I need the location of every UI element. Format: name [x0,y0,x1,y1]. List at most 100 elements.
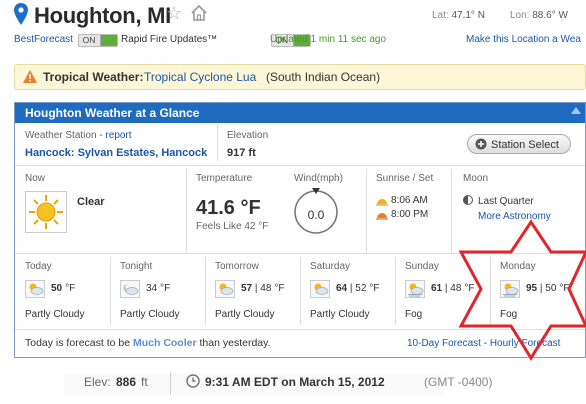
divider [15,329,585,330]
forecast-day-name: Sunday [405,261,439,272]
lon-label: Lon: [510,10,530,21]
temperature-value: 41.6 °F [196,197,261,219]
partly-cloudy-icon [25,280,45,298]
forecast-day-tomorrow[interactable]: Tomorrow 57 | 48 °F Partly Cloudy [205,253,300,329]
collapse-icon[interactable] [571,107,581,114]
forecast-unit: °F [274,283,285,294]
forecast-summary: Today is forecast to be Much Cooler than… [25,337,271,349]
ten-day-forecast-link[interactable]: 10-Day Forecast [407,338,481,349]
rapid-fire-label: Rapid Fire Updates™ [121,34,218,45]
forecast-high: 57 [241,283,253,294]
forecast-high: 50 [51,283,63,294]
forecast-low: 34 [146,283,158,294]
forecast-day-name: Tonight [120,261,153,272]
forecast-row: Today 50 °F Partly Cloudy Tonight 34 °F Partly … [15,253,585,329]
much-cooler-link[interactable]: Much Cooler [133,337,197,349]
lat-label: Lat: [432,10,449,21]
forecast-low: 50 [545,283,557,294]
forecast-unit: °F [464,283,475,294]
favorite-star-icon[interactable]: ☆ [166,3,182,24]
sunset-time: 8:00 PM [391,209,429,220]
forecast-unit: °F [65,283,76,294]
fog-icon [500,280,520,298]
more-astronomy-link[interactable]: More Astronomy [478,211,551,222]
summary-prefix: Today is forecast to be [25,337,131,349]
tropical-weather-alert: Tropical Weather: Tropical Cyclone Lua (… [14,64,586,90]
divider [490,257,491,325]
forecast-temperature: 64 | 52 °F [336,283,380,294]
options-bar: BestForecast ON Rapid Fire Updates™ ON U… [0,34,586,48]
divider [217,125,218,161]
toggle-on-label: ON [82,35,96,45]
forecast-temperature: 61 | 48 °F [431,283,475,294]
footer-elev-label: Elev: [84,375,111,389]
forecast-day-name: Tomorrow [215,261,259,272]
forecast-condition: Partly Cloudy [25,309,85,320]
temperature-label: Temperature [196,173,253,184]
divider [205,257,206,325]
wind-speed-value: 0.0 [307,208,325,222]
forecast-day-today[interactable]: Today 50 °F Partly Cloudy [15,253,110,329]
divider [170,372,171,394]
sunrise-time: 8:06 AM [391,195,428,206]
moon-label: Moon [463,173,489,184]
footer-elev-unit: ft [141,375,148,389]
forecast-unit: °F [160,283,171,294]
divider [366,169,367,253]
feels-like: Feels Like 42 °F [196,221,269,232]
plus-circle-icon [475,138,487,150]
footer-elev-value: 886 [116,375,137,389]
link-separator: - [483,338,488,349]
forecast-day-name: Saturday [310,261,351,272]
gmt-offset: (GMT -0400) [424,375,493,389]
forecast-unit: °F [559,283,570,294]
location-pin-icon [14,3,28,25]
best-forecast-toggle[interactable]: ON [78,34,118,47]
forecast-condition: Partly Cloudy [120,309,180,320]
sunrise-icon [376,199,388,206]
partly-cloudy-icon [310,280,330,298]
forecast-day-tonight[interactable]: Tonight 34 °F Partly Cloudy [110,253,205,329]
wind-label: Wind(mph) [294,173,343,184]
forecast-day-sunday[interactable]: Sunday 61 | 48 °F Fog [395,253,490,329]
hourly-forecast-link[interactable]: Hourly Forecast [490,338,561,349]
divider [186,169,187,253]
lon-value: 88.6° W [532,10,568,21]
forecast-day-saturday[interactable]: Saturday 64 | 52 °F Partly Cloudy [300,253,395,329]
forecast-high: 64 [336,283,348,294]
updated-status: Updated 1 min 11 sec ago [270,34,387,45]
forecast-temperature: 50 °F [51,283,75,294]
observation-time: 9:31 AM EDT on March 15, 2012 [205,375,385,389]
station-label: Weather Station [25,130,97,141]
home-icon[interactable] [190,4,208,22]
alert-detail: (South Indian Ocean) [266,70,381,84]
forecast-high: 95 [526,283,538,294]
station-select-button[interactable]: Station Select [467,134,571,154]
station-report-link[interactable]: report [105,130,131,141]
elevation-value: 917 ft [227,147,256,159]
moon-phase-icon [463,195,473,205]
panel-title: Houghton Weather at a Glance [15,103,585,123]
latitude-readout: Lat: 47.1° N [432,10,485,21]
best-forecast-link[interactable]: BestForecast [14,34,73,45]
forecast-low: 48 [450,283,462,294]
divider [451,169,452,253]
station-name-link[interactable]: Hancock: Sylvan Estates, Hancock [25,147,207,159]
forecast-day-name: Today [25,261,52,272]
longitude-readout: Lon: 88.6° W [510,10,568,21]
forecast-low: 48 [260,283,272,294]
forecast-day-monday[interactable]: Monday 95 | 50 °F Fog [490,253,585,329]
fog-icon [405,280,425,298]
forecast-high: 61 [431,283,443,294]
forecast-day-name: Monday [500,261,536,272]
partly-cloudy-night-icon [120,280,140,298]
tropical-cyclone-link[interactable]: Tropical Cyclone Lua [144,65,256,89]
divider [395,257,396,325]
moon-phase: Last Quarter [478,196,534,207]
station-select-label: Station Select [491,139,559,151]
make-default-location-link[interactable]: Make this Location a Wea [466,34,581,45]
sunset-icon [376,213,388,220]
station-label-row: Weather Station - report [25,130,132,141]
divider [110,257,111,325]
forecast-links: 10-Day Forecast - Hourly Forecast [407,338,560,349]
